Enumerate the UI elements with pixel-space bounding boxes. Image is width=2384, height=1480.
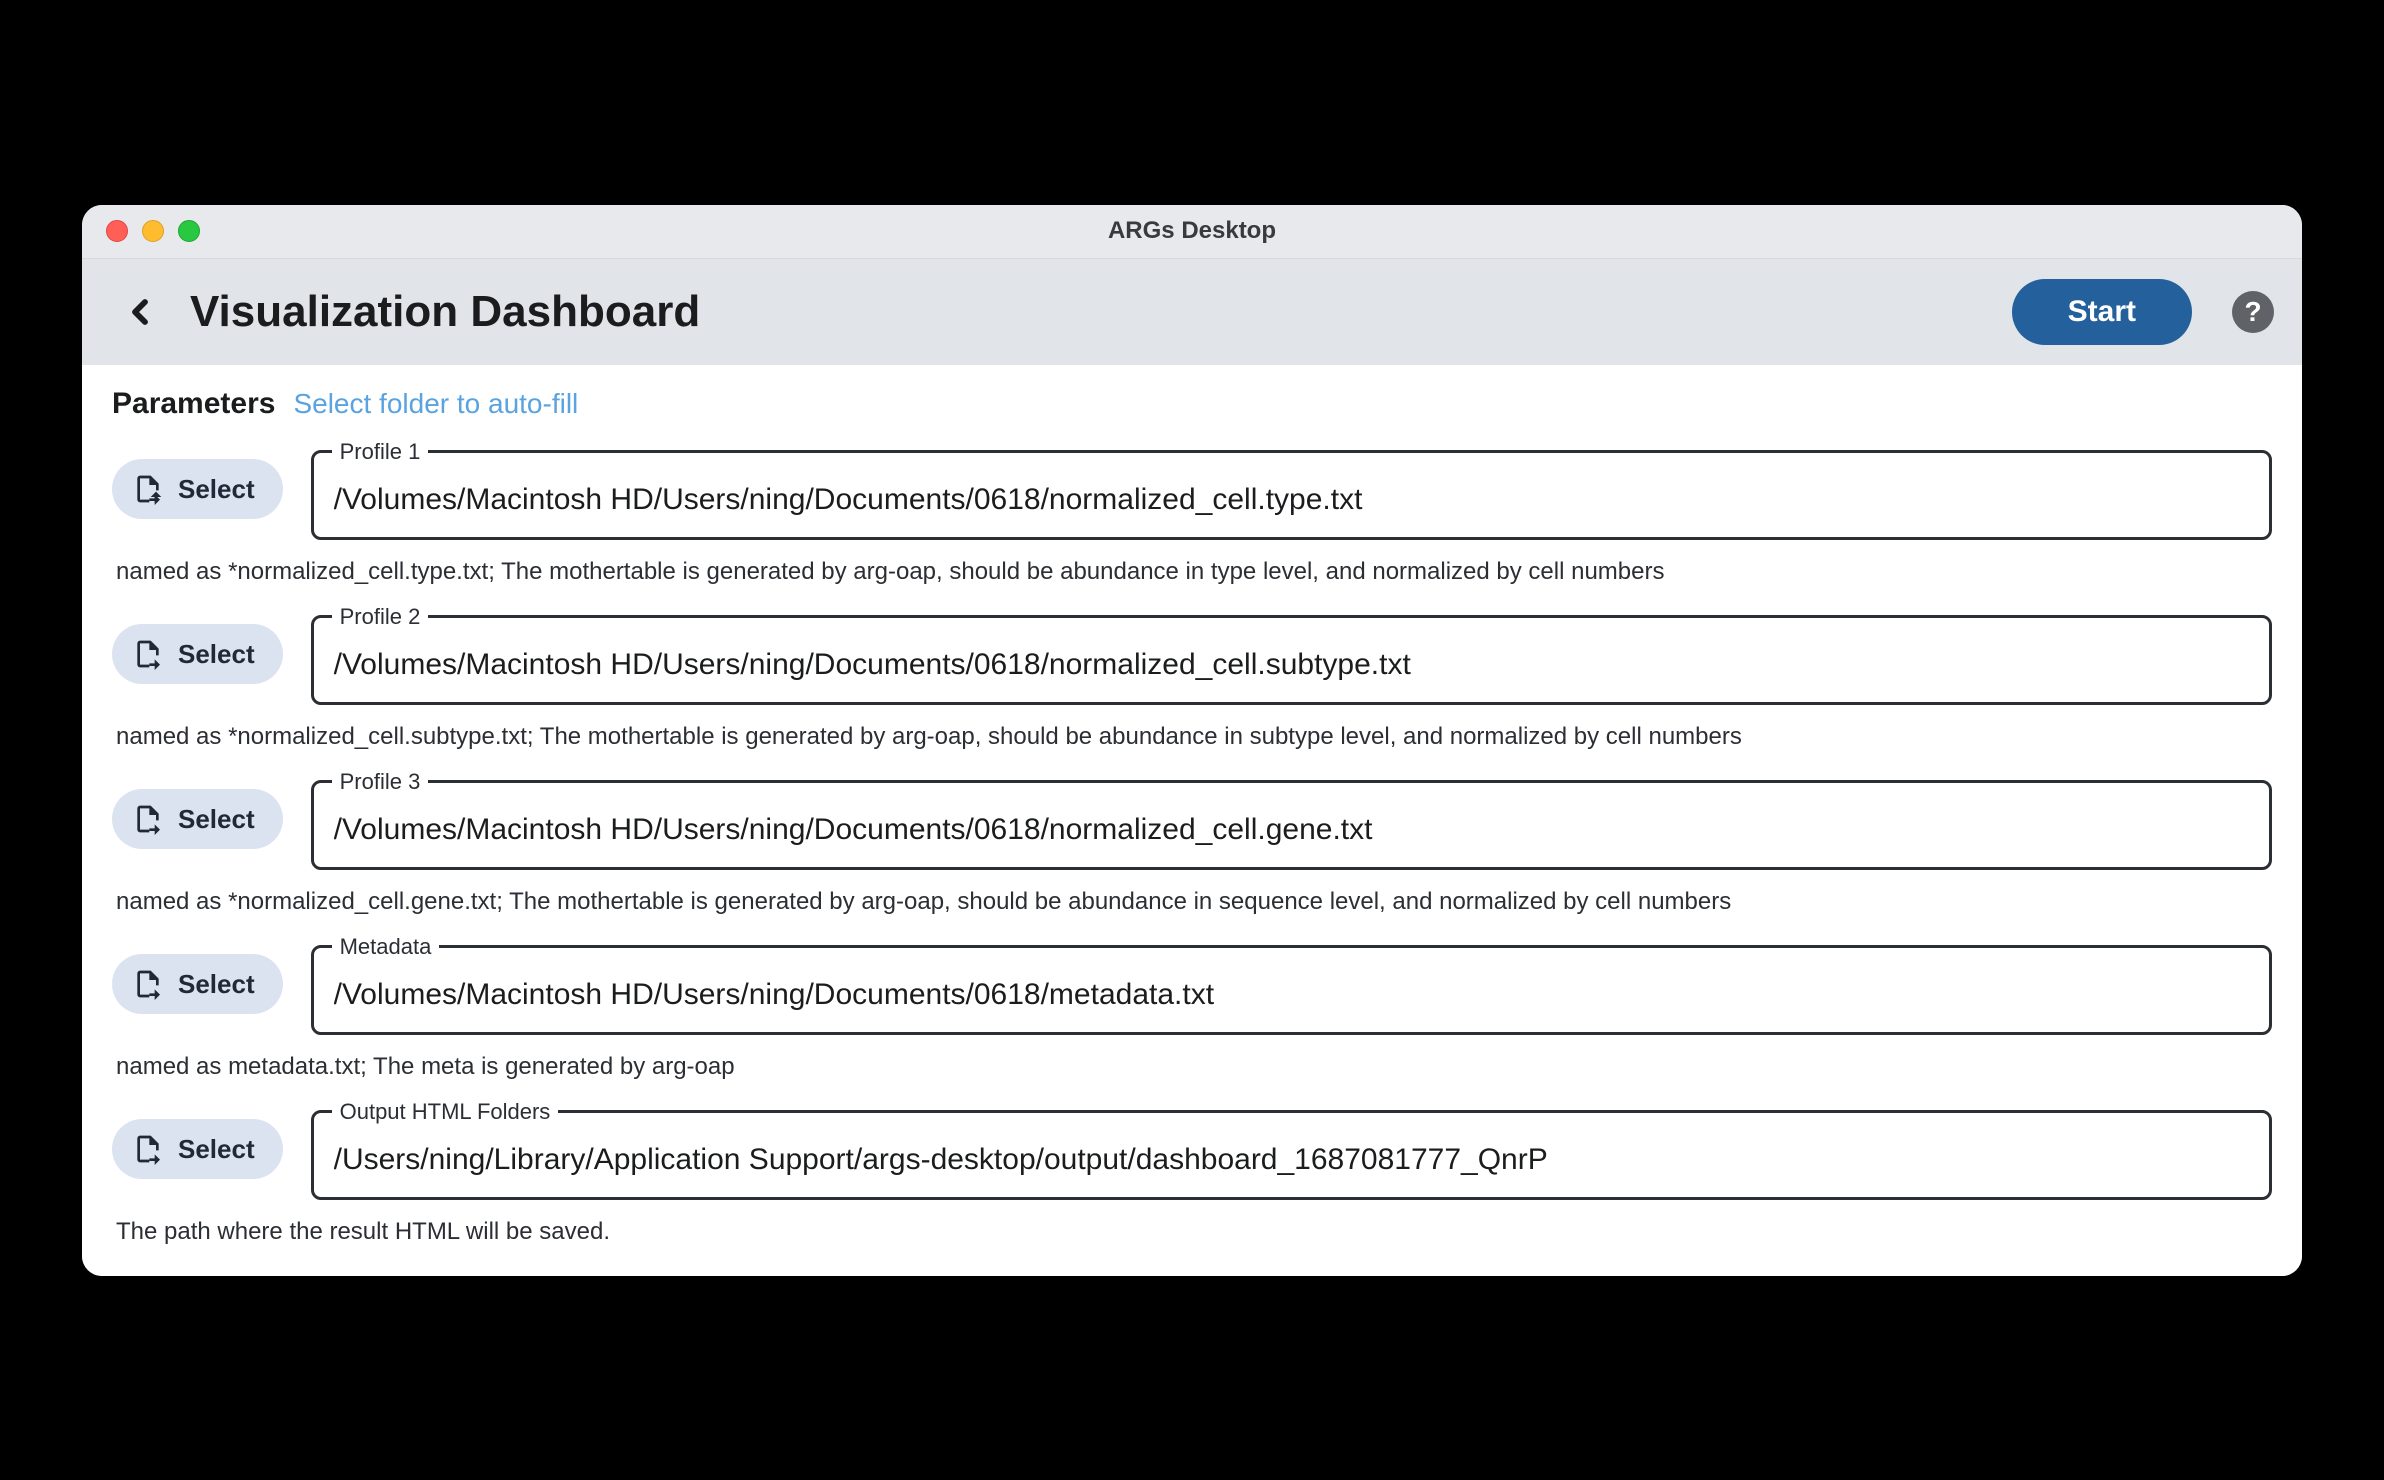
profile2-legend: Profile 2	[332, 604, 429, 630]
question-icon: ?	[2244, 296, 2261, 328]
metadata-fieldset: Metadata	[311, 934, 2272, 1035]
output-input[interactable]	[314, 1125, 2269, 1197]
file-select-icon	[132, 803, 164, 835]
select-button-label: Select	[178, 969, 255, 1000]
field-row-profile3: Select Profile 3	[112, 769, 2272, 870]
select-button-label: Select	[178, 639, 255, 670]
metadata-input[interactable]	[314, 960, 2269, 1032]
metadata-helper: named as metadata.txt; The meta is gener…	[112, 1053, 2272, 1081]
profile1-input[interactable]	[314, 465, 2269, 537]
select-button-label: Select	[178, 1134, 255, 1165]
profile2-input[interactable]	[314, 630, 2269, 702]
file-select-icon	[132, 473, 164, 505]
page-title: Visualization Dashboard	[190, 287, 700, 337]
field-row-profile1: Select Profile 1	[112, 439, 2272, 540]
select-button-label: Select	[178, 804, 255, 835]
profile3-input[interactable]	[314, 795, 2269, 867]
window-title: ARGs Desktop	[82, 217, 2302, 245]
chevron-left-icon	[120, 292, 160, 332]
metadata-legend: Metadata	[332, 934, 440, 960]
parameters-header: Parameters Select folder to auto-fill	[112, 387, 2272, 421]
output-fieldset: Output HTML Folders	[311, 1099, 2272, 1200]
select-button-profile3[interactable]: Select	[112, 789, 283, 849]
profile3-fieldset: Profile 3	[311, 769, 2272, 870]
field-row-output: Select Output HTML Folders	[112, 1099, 2272, 1200]
close-window-button[interactable]	[106, 220, 128, 242]
select-button-profile2[interactable]: Select	[112, 624, 283, 684]
profile1-legend: Profile 1	[332, 439, 429, 465]
file-select-icon	[132, 1133, 164, 1165]
select-button-profile1[interactable]: Select	[112, 459, 283, 519]
field-row-profile2: Select Profile 2	[112, 604, 2272, 705]
profile3-helper: named as *normalized_cell.gene.txt; The …	[112, 888, 2272, 916]
select-button-metadata[interactable]: Select	[112, 954, 283, 1014]
file-select-icon	[132, 638, 164, 670]
back-button[interactable]	[110, 282, 170, 342]
content-area: Parameters Select folder to auto-fill Se…	[82, 365, 2302, 1276]
profile2-fieldset: Profile 2	[311, 604, 2272, 705]
app-window: ARGs Desktop Visualization Dashboard Sta…	[82, 205, 2302, 1276]
profile1-fieldset: Profile 1	[311, 439, 2272, 540]
field-row-metadata: Select Metadata	[112, 934, 2272, 1035]
start-button[interactable]: Start	[2012, 279, 2192, 345]
minimize-window-button[interactable]	[142, 220, 164, 242]
profile2-helper: named as *normalized_cell.subtype.txt; T…	[112, 723, 2272, 751]
traffic-lights	[82, 220, 200, 242]
output-helper: The path where the result HTML will be s…	[112, 1218, 2272, 1246]
profile3-legend: Profile 3	[332, 769, 429, 795]
titlebar: ARGs Desktop	[82, 205, 2302, 259]
parameters-label: Parameters	[112, 387, 275, 421]
select-button-label: Select	[178, 474, 255, 505]
file-select-icon	[132, 968, 164, 1000]
autofill-link[interactable]: Select folder to auto-fill	[293, 388, 578, 420]
page-header: Visualization Dashboard Start ?	[82, 259, 2302, 365]
output-legend: Output HTML Folders	[332, 1099, 559, 1125]
help-button[interactable]: ?	[2232, 291, 2274, 333]
select-button-output[interactable]: Select	[112, 1119, 283, 1179]
maximize-window-button[interactable]	[178, 220, 200, 242]
profile1-helper: named as *normalized_cell.type.txt; The …	[112, 558, 2272, 586]
